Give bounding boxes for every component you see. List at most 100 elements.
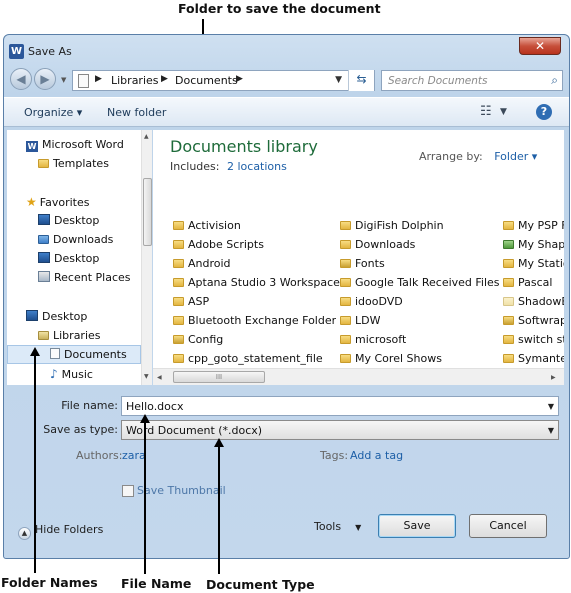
refresh-icon[interactable]: ⇆ (348, 70, 374, 91)
cancel-button[interactable]: Cancel (469, 514, 547, 538)
nav-item-label: Microsoft Word (42, 138, 124, 151)
scroll-right-icon[interactable]: ▶ (551, 374, 556, 381)
tags-input[interactable]: Add a tag (350, 449, 403, 462)
recent-pages-dropdown-icon[interactable]: ▼ (61, 76, 66, 84)
file-item[interactable]: Fonts (340, 257, 385, 270)
nav-item-libraries[interactable]: Libraries (38, 329, 101, 342)
includes-locations-link[interactable]: 2 locations (227, 160, 287, 173)
file-item[interactable]: Aptana Studio 3 Workspace (173, 276, 340, 289)
fonts-folder-icon (340, 259, 351, 268)
includes-label: Includes: (170, 160, 220, 173)
file-item[interactable]: Activision (173, 219, 241, 232)
folder-icon (340, 316, 351, 325)
file-name: Android (188, 257, 231, 270)
nav-item-desktop-root[interactable]: Desktop (26, 310, 87, 323)
file-item[interactable]: DigiFish Dolphin (340, 219, 444, 232)
address-bar[interactable]: ▶ Libraries ▶ Documents ▶ ▼ (72, 70, 375, 91)
view-options-icon[interactable]: ☷ (480, 104, 492, 119)
file-item[interactable]: Android (173, 257, 231, 270)
nav-pane-scrollbar[interactable]: ▲ ▼ (141, 130, 152, 385)
word-icon: W (26, 141, 38, 152)
file-name: ASP (188, 295, 210, 308)
help-icon[interactable]: ? (536, 104, 552, 120)
file-item[interactable]: idooDVD (340, 295, 403, 308)
file-name: switch stat (518, 333, 564, 346)
back-button[interactable]: ◀ (10, 68, 32, 90)
file-item[interactable]: switch stat (503, 333, 564, 346)
nav-scroll-thumb[interactable] (143, 178, 152, 246)
nav-item-music[interactable]: ♪ Music (50, 367, 93, 381)
file-name: My Corel Shows (355, 352, 442, 365)
save-thumbnail-label[interactable]: Save Thumbnail (137, 484, 226, 497)
file-item[interactable]: My PSP Fi (503, 219, 564, 232)
folder-icon (173, 297, 184, 306)
file-item[interactable]: ShadowEd (503, 295, 564, 308)
nav-item-recent-places[interactable]: Recent Places (38, 271, 131, 284)
view-dropdown-icon[interactable]: ▼ (500, 107, 507, 117)
nav-item-templates[interactable]: Templates (38, 157, 109, 170)
nav-item-label: Downloads (53, 233, 114, 246)
file-item[interactable]: cpp_goto_statement_file (173, 352, 323, 365)
save-as-type-value: Word Document (*.docx) (126, 424, 263, 437)
file-item[interactable]: My Corel Shows (340, 352, 442, 365)
save-as-type-select[interactable]: Word Document (*.docx) ▼ (121, 420, 559, 440)
nav-item-downloads[interactable]: Downloads (38, 233, 113, 246)
save-thumbnail-checkbox[interactable] (122, 485, 134, 497)
organize-menu[interactable]: Organize ▾ (24, 106, 82, 119)
address-dropdown-icon[interactable]: ▼ (335, 75, 342, 85)
chevron-right-icon[interactable]: ▶ (161, 74, 168, 84)
nav-item-favorites[interactable]: ★ Favorites (26, 195, 89, 209)
file-name: Pascal (518, 276, 553, 289)
annotation-file-name: File Name (121, 576, 192, 591)
file-item[interactable]: Softwrap (503, 314, 564, 327)
save-button[interactable]: Save (378, 514, 456, 538)
documents-icon (50, 348, 60, 359)
arrange-by-dropdown[interactable]: Folder ▾ (494, 150, 537, 163)
file-item[interactable]: LDW (340, 314, 380, 327)
dialog-title: Save As (28, 45, 72, 58)
breadcrumb-documents[interactable]: Documents (175, 74, 238, 87)
forward-button[interactable]: ▶ (34, 68, 56, 90)
scroll-left-icon[interactable]: ◀ (157, 374, 162, 381)
file-item[interactable]: ASP (173, 295, 209, 308)
horizontal-scrollbar[interactable]: ◀ III ▶ (153, 368, 564, 385)
breadcrumb-libraries[interactable]: Libraries (111, 74, 159, 87)
chevron-down-icon[interactable]: ▼ (548, 402, 554, 411)
file-item[interactable]: Bluetooth Exchange Folder (173, 314, 336, 327)
chevron-right-icon[interactable]: ▶ (236, 74, 243, 84)
folder-icon (340, 297, 351, 306)
downloads-icon (38, 235, 49, 244)
hide-folders-button[interactable]: ▲ Hide Folders (18, 523, 103, 540)
file-item[interactable]: Pascal (503, 276, 564, 289)
file-item[interactable]: Downloads (340, 238, 415, 251)
scroll-up-icon[interactable]: ▲ (144, 133, 149, 140)
tools-menu[interactable]: Tools ▼ (314, 520, 361, 533)
chevron-right-icon[interactable]: ▶ (95, 74, 102, 84)
file-item[interactable]: My Station (503, 257, 564, 270)
scroll-down-icon[interactable]: ▼ (144, 373, 149, 380)
search-icon[interactable]: ⌕ (551, 73, 558, 88)
close-button[interactable]: ✕ (519, 37, 561, 55)
folder-icon (173, 259, 184, 268)
search-placeholder: Search Documents (388, 75, 488, 87)
file-item[interactable]: microsoft (340, 333, 406, 346)
nav-item-microsoft-word[interactable]: W Microsoft Word (26, 138, 124, 152)
file-name: DigiFish Dolphin (355, 219, 444, 232)
new-folder-button[interactable]: New folder (107, 106, 166, 119)
search-input[interactable]: Search Documents ⌕ (381, 70, 563, 91)
chevron-up-icon: ▲ (18, 527, 31, 540)
file-item[interactable]: Google Talk Received Files (340, 276, 500, 289)
authors-value[interactable]: zara (122, 449, 146, 462)
nav-item-desktop[interactable]: Desktop (38, 214, 99, 227)
horizontal-scroll-thumb[interactable]: III (173, 371, 265, 383)
nav-item-desktop[interactable]: Desktop (38, 252, 99, 265)
file-name-input[interactable]: Hello.docx ▼ (121, 396, 559, 416)
folder-icon (173, 240, 184, 249)
file-item[interactable]: Symantec (503, 352, 564, 365)
file-item[interactable]: Config (173, 333, 223, 346)
chevron-down-icon[interactable]: ▼ (548, 426, 554, 435)
nav-item-documents[interactable]: Documents (50, 348, 127, 361)
file-item[interactable]: Adobe Scripts (173, 238, 264, 251)
folder-icon (340, 354, 351, 363)
file-item[interactable]: My Shape (503, 238, 564, 251)
